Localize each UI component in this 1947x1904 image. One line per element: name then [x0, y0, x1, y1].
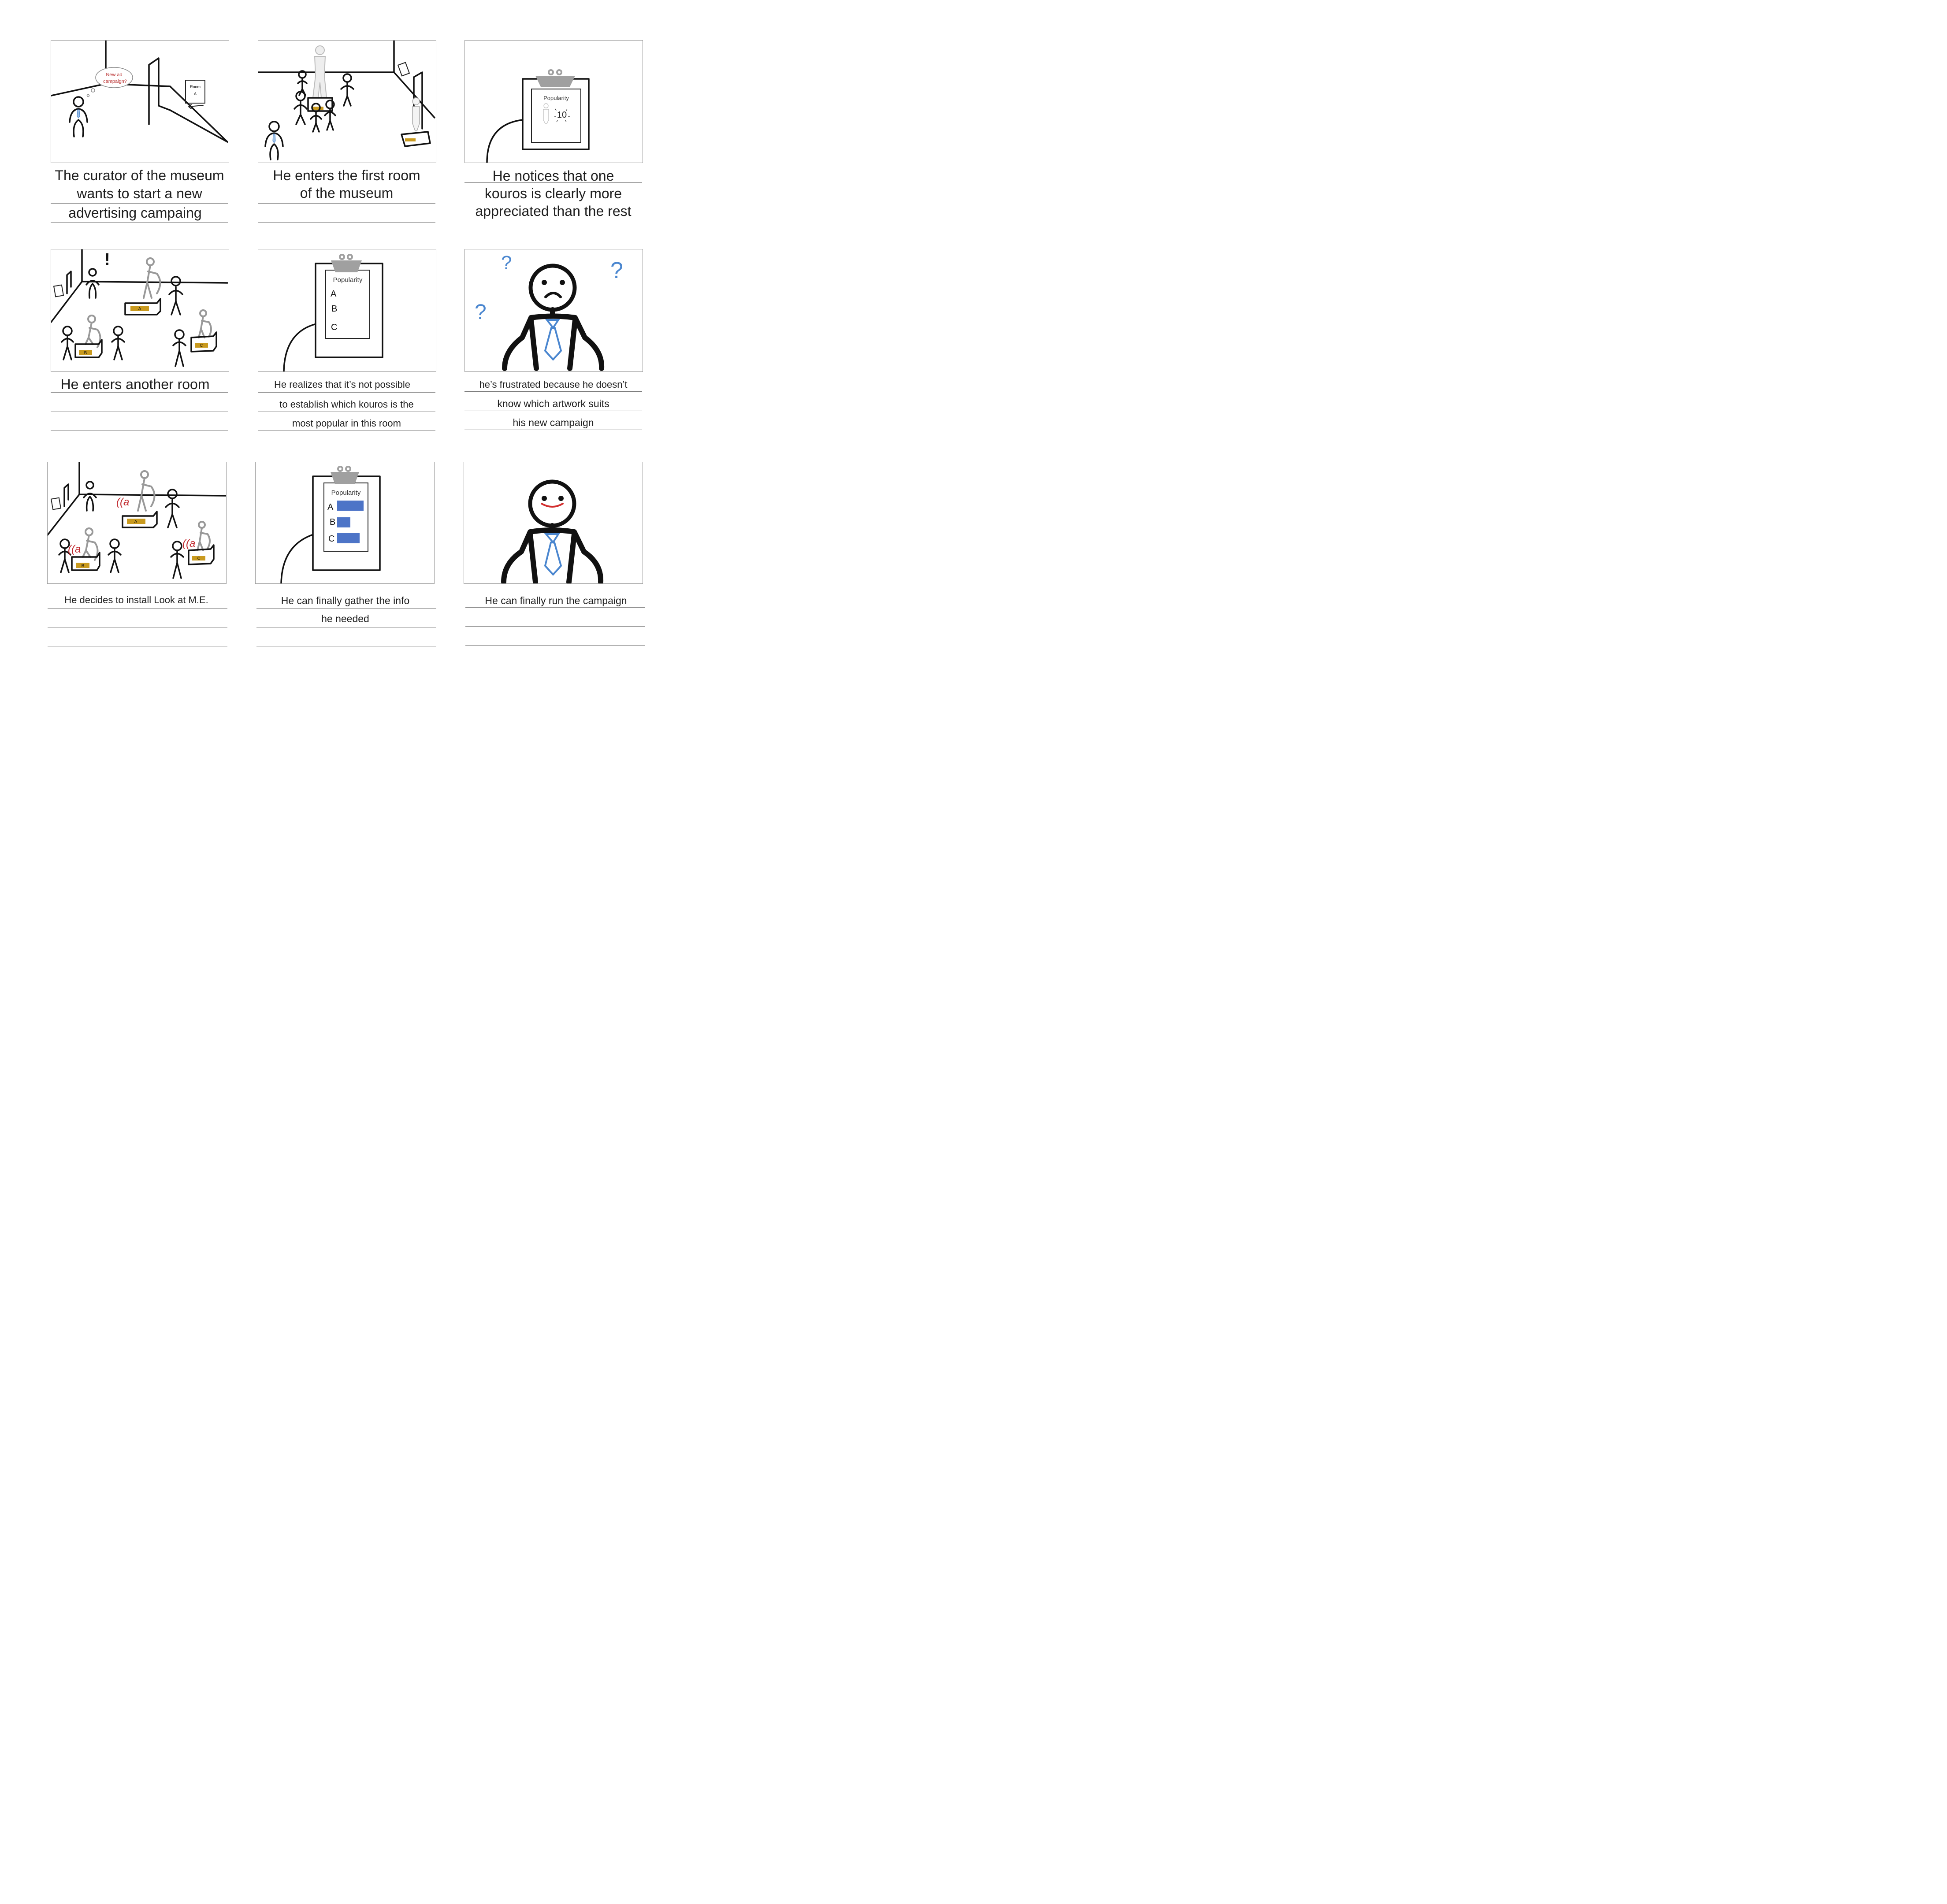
storyboard-panel-1: Room A New ad campaign?	[51, 40, 229, 163]
row-a-label: A	[331, 289, 337, 299]
plinth-c-label: C	[197, 556, 201, 560]
caption-9-line-1: He can finally run the campaign	[485, 595, 627, 606]
caption-6-line-2: know which artwork suits	[497, 398, 609, 409]
happy-face-icon	[528, 479, 576, 528]
question-mark-3: ?	[475, 301, 487, 324]
caption-3-line-1: He notices that one	[492, 168, 614, 184]
storyboard-panel-6: ? ? ?	[464, 249, 643, 372]
popularity-bar-c	[337, 533, 360, 543]
caption-1-line-2: wants to start a new	[77, 186, 202, 201]
sensor-signal-b: ((a	[68, 543, 81, 555]
storyboard-panel-5: Popularity A B C	[258, 249, 436, 372]
clip-icon	[331, 472, 359, 484]
sensor-signal-c: ((a	[182, 538, 195, 549]
row-c-label: C	[328, 534, 334, 544]
clipboard-title: Popularity	[331, 489, 361, 497]
storyboard-panel-2	[258, 40, 436, 163]
row-b-label: B	[331, 304, 337, 314]
storyboard-panel-8: Popularity A B C	[255, 462, 435, 584]
caption-1-line-1: The curator of the museum	[55, 167, 224, 183]
clip-icon	[535, 76, 575, 87]
thought-line2: campaign?	[103, 79, 127, 84]
caption-2-line-1: He enters the first room	[273, 167, 420, 183]
clipboard-title: Popularity	[333, 276, 363, 284]
storyboard-panel-4: ! A B C	[51, 249, 229, 372]
caption-3-line-3: appreciated than the rest	[475, 203, 632, 219]
caption-1-line-3: advertising campaing	[68, 205, 202, 221]
plinth-c-label: C	[200, 343, 203, 348]
caption-3-line-2: kouros is clearly more	[484, 186, 622, 201]
room-sign-line2: A	[194, 92, 197, 96]
thought-line1: New ad	[106, 72, 122, 78]
popularity-score: 10	[557, 110, 567, 120]
clip-icon	[331, 260, 362, 272]
plinth-a-label: A	[138, 307, 141, 312]
caption-4-line-1: He enters another room	[60, 376, 210, 392]
row-b-label: B	[330, 517, 335, 527]
question-mark-2: ?	[610, 258, 623, 283]
row-a-label: A	[327, 502, 334, 512]
clipboard-title: Popularity	[543, 95, 569, 101]
caption-5-line-1: He realizes that it’s not possible	[274, 379, 410, 390]
sensor-signal-a: ((a	[116, 496, 129, 508]
plinth-a-label: A	[134, 520, 137, 524]
caption-5-line-3: most popular in this room	[292, 418, 401, 429]
room-sign-line1: Room	[190, 85, 201, 89]
statue-icon	[312, 45, 327, 98]
caption-2-line-2: of the museum	[300, 185, 394, 201]
caption-8-line-2: he needed	[321, 613, 369, 624]
frustrated-face-icon	[528, 264, 577, 312]
question-mark-1: ?	[501, 252, 512, 274]
caption-6-line-3: his new campaign	[513, 417, 594, 428]
caption-5-line-2: to establish which kouros is the	[279, 399, 414, 410]
plinth-b-label: B	[84, 351, 87, 356]
storyboard-panel-3: Popularity 10	[464, 40, 643, 163]
caption-6-line-1: he’s frustrated because he doesn’t	[479, 379, 628, 390]
caption-7-line-1: He decides to install Look at M.E.	[64, 594, 208, 605]
caption-8-line-1: He can finally gather the info	[281, 595, 410, 606]
exclamation-mark: !	[104, 250, 110, 269]
storyboard-panel-9	[464, 462, 643, 584]
popularity-bar-a	[337, 501, 364, 511]
visitor-group	[264, 70, 354, 160]
row-c-label: C	[331, 323, 337, 332]
plinth-b-label: B	[82, 564, 85, 568]
popularity-bar-b	[337, 517, 350, 527]
storyboard-panel-7: A B C ((a ((a ((a	[47, 462, 227, 584]
